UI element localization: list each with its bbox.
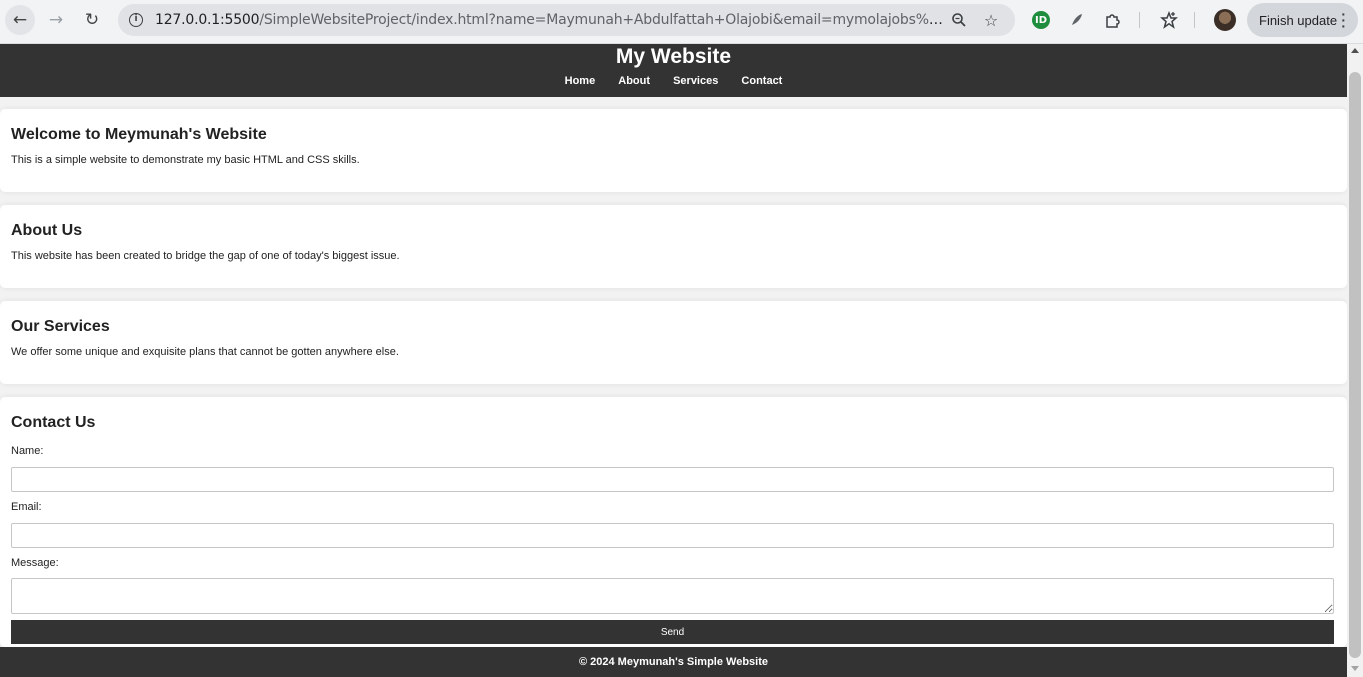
nav-link-contact[interactable]: Contact [741, 75, 782, 87]
zoom-icon[interactable] [947, 8, 971, 32]
nav-link-services[interactable]: Services [673, 75, 718, 87]
extension-icon[interactable] [1101, 8, 1125, 32]
site-footer: © 2024 Meymunah's Simple Website [0, 647, 1347, 677]
site-nav: Home About Services Contact [0, 75, 1347, 87]
menu-dots-icon[interactable]: · · · [1341, 7, 1346, 33]
scroll-up-arrow-icon[interactable] [1351, 48, 1359, 53]
services-title: Our Services [11, 318, 110, 335]
nav-link-home[interactable]: Home [565, 75, 596, 87]
site-info-icon[interactable]: i [124, 8, 148, 32]
home-text: This is a simple website to demonstrate … [11, 154, 360, 166]
scroll-thumb[interactable] [1349, 72, 1361, 658]
forward-arrow-icon[interactable]: → [41, 5, 71, 35]
finish-update-button[interactable]: Finish update · · · [1247, 3, 1358, 37]
feather-extension-icon[interactable] [1065, 8, 1089, 32]
home-section: Welcome to Meymunah's Website This is a … [0, 109, 1347, 192]
site-header: My Website Home About Services Contact [0, 44, 1347, 97]
message-field[interactable] [11, 578, 1334, 614]
name-label: Name: [11, 445, 44, 457]
green-extension-icon[interactable]: ID [1029, 8, 1053, 32]
toolbar-divider [1194, 12, 1195, 28]
about-title: About Us [11, 222, 83, 239]
send-button[interactable]: Send [11, 620, 1334, 644]
footer-text: © 2024 Meymunah's Simple Website [578, 656, 769, 668]
toolbar-divider [1139, 12, 1140, 28]
page-scrollbar[interactable] [1347, 44, 1363, 677]
profile-avatar[interactable] [1214, 9, 1236, 31]
browser-toolbar: ← → ↻ i 127.0.0.1:5500/SimpleWebsiteProj… [0, 0, 1363, 44]
url-text[interactable]: 127.0.0.1:5500/SimpleWebsiteProject/inde… [155, 4, 945, 36]
message-label: Message: [11, 557, 59, 569]
email-label: Email: [11, 501, 42, 513]
home-title: Welcome to Meymunah's Website [11, 126, 267, 143]
url-path: /SimpleWebsiteProject/index.html?name=Ma… [259, 12, 945, 28]
contact-title: Contact Us [11, 414, 96, 431]
site-title: My Website [615, 45, 732, 68]
page-viewport: My Website Home About Services Contact W… [0, 44, 1347, 677]
name-field[interactable] [11, 467, 1334, 492]
services-section: Our Services We offer some unique and ex… [0, 301, 1347, 384]
nav-link-about[interactable]: About [618, 75, 650, 87]
services-text: We offer some unique and exquisite plans… [11, 346, 399, 358]
bookmarks-icon[interactable] [1157, 8, 1181, 32]
finish-update-label: Finish update [1259, 12, 1338, 28]
star-icon[interactable]: ☆ [979, 8, 1003, 32]
email-field[interactable] [11, 523, 1334, 548]
reload-icon[interactable]: ↻ [77, 5, 107, 35]
address-bar[interactable]: i 127.0.0.1:5500/SimpleWebsiteProject/in… [118, 4, 1015, 36]
about-section: About Us This website has been created t… [0, 205, 1347, 288]
scroll-down-arrow-icon[interactable] [1351, 666, 1359, 671]
url-host: 127.0.0.1:5500 [155, 12, 260, 28]
back-arrow-icon[interactable]: ← [5, 5, 35, 35]
about-text: This website has been created to bridge … [11, 250, 400, 262]
contact-section: Contact Us Name: Email: Message: Send [0, 397, 1347, 647]
